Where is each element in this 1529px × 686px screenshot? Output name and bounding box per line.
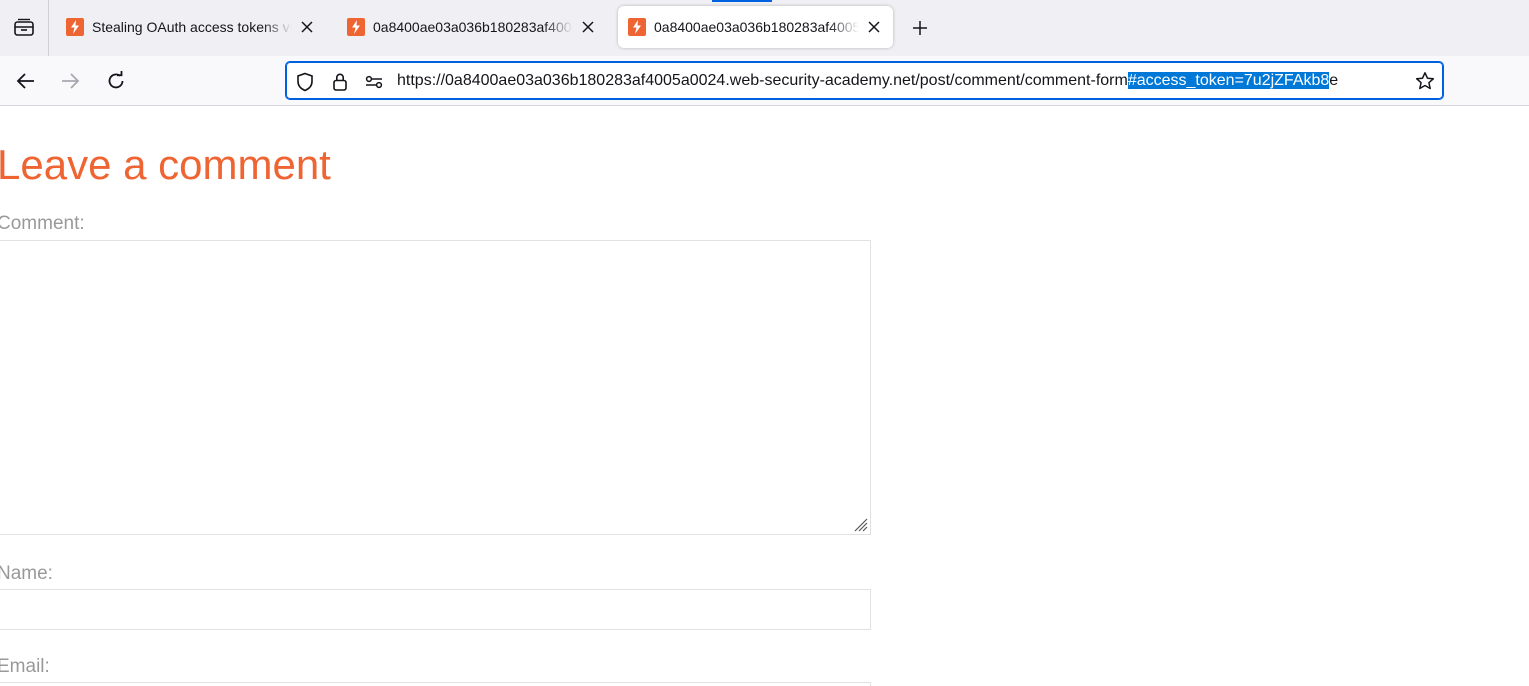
permissions-icon <box>365 75 383 89</box>
site-info-button[interactable] <box>330 72 350 92</box>
name-label: Name: <box>0 563 53 584</box>
close-icon <box>582 21 594 33</box>
resize-grip-icon[interactable] <box>852 516 868 532</box>
portswigger-favicon-icon <box>66 18 84 36</box>
tab-lab-active[interactable]: 0a8400ae03a036b180283af4005a0024.web-sec… <box>618 6 893 48</box>
tab-strip-accent <box>712 0 772 2</box>
close-icon <box>301 21 313 33</box>
comment-textarea[interactable] <box>0 240 871 535</box>
reload-button[interactable] <box>102 68 130 94</box>
tab-manager-button[interactable] <box>0 0 49 56</box>
star-icon <box>1415 72 1435 90</box>
tab-manager-icon <box>14 18 34 36</box>
tab-title: Stealing OAuth access tokens via an open… <box>92 19 292 35</box>
address-bar[interactable]: https://0a8400ae03a036b180283af4005a0024… <box>285 61 1444 100</box>
tab-lab-2[interactable]: 0a8400ae03a036b180283af4005a0024.web-sec… <box>337 6 607 48</box>
forward-arrow-icon <box>62 73 80 89</box>
page-title: Leave a comment <box>0 141 331 188</box>
url-main: https://0a8400ae03a036b180283af4005a0024… <box>397 72 1128 89</box>
permissions-button[interactable] <box>364 72 384 92</box>
portswigger-favicon-icon <box>628 18 646 36</box>
bookmark-button[interactable] <box>1415 71 1435 91</box>
tab-strip: Stealing OAuth access tokens via an open… <box>0 0 1529 56</box>
portswigger-favicon-icon <box>347 18 365 36</box>
name-input[interactable] <box>0 589 871 630</box>
tracking-protection-shield-icon <box>297 72 313 92</box>
email-input[interactable] <box>0 682 871 686</box>
close-icon <box>868 21 880 33</box>
url-selected-fragment: #access_token=7u2jZFAkb8 <box>1127 72 1330 89</box>
plus-icon <box>913 21 927 35</box>
email-label: Email: <box>0 656 50 677</box>
tab-title: 0a8400ae03a036b180283af4005a0024.web-sec… <box>654 19 859 35</box>
forward-button[interactable] <box>56 68 84 94</box>
comment-label: Comment: <box>0 213 85 234</box>
url-trailing: e <box>1329 72 1339 89</box>
back-button[interactable] <box>12 68 40 94</box>
reload-icon <box>108 71 124 89</box>
tracking-protection-button[interactable] <box>295 72 315 92</box>
lock-icon <box>333 73 347 91</box>
tab-stealing-oauth[interactable]: Stealing OAuth access tokens via an open… <box>56 6 326 48</box>
new-tab-button[interactable] <box>908 16 932 40</box>
url-text[interactable]: https://0a8400ae03a036b180283af4005a0024… <box>397 63 1407 98</box>
tab-title: 0a8400ae03a036b180283af4005a0024.web-sec… <box>373 19 573 35</box>
close-tab-button[interactable] <box>298 18 316 36</box>
close-tab-button[interactable] <box>579 18 597 36</box>
close-tab-button[interactable] <box>865 18 883 36</box>
navigation-toolbar: https://0a8400ae03a036b180283af4005a0024… <box>0 56 1529 106</box>
back-arrow-icon <box>16 73 34 89</box>
